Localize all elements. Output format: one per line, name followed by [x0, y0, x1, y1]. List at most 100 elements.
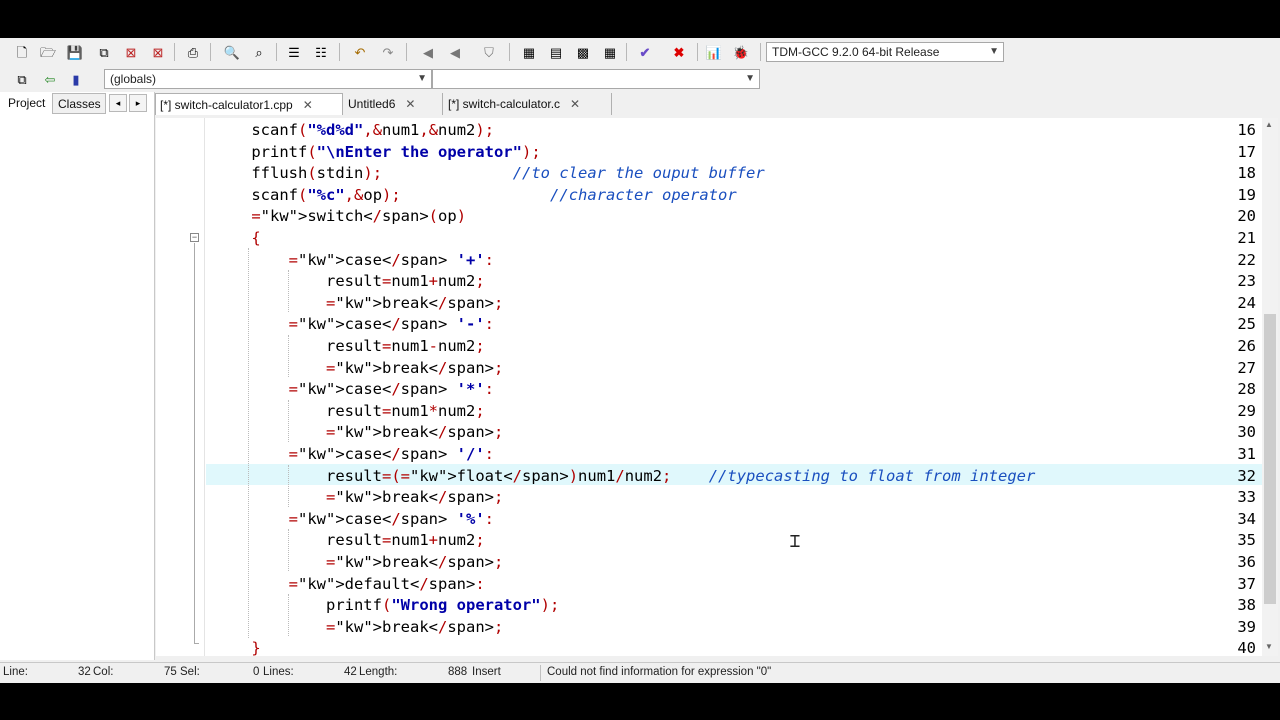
file-tab-active[interactable]: [*] switch-calculator1.cpp ✕ [155, 93, 343, 115]
compile-icon[interactable]: ▦ [519, 42, 539, 62]
file-tab-label: Untitled6 [348, 97, 396, 111]
scrollbar-thumb[interactable] [1264, 314, 1276, 604]
line-number: 28 [1237, 380, 1256, 399]
print-icon[interactable]: ⎙ [183, 42, 203, 62]
status-col-value: 75 [164, 666, 177, 678]
bookmark-toggle-icon[interactable]: ▮ [66, 69, 86, 89]
compiler-select[interactable]: TDM-GCC 9.2.0 64-bit Release ▼ [766, 42, 1004, 62]
line-number: 35 [1237, 531, 1256, 550]
line-number: 23 [1237, 272, 1256, 291]
vertical-scrollbar[interactable]: ▲ ▼ [1262, 118, 1278, 656]
code-line[interactable]: fflush(stdin); //to clear the ouput buff… [214, 162, 764, 184]
indent-icon[interactable]: ☰ [284, 42, 304, 62]
scroll-down-icon[interactable]: ▼ [1265, 642, 1273, 651]
code-line[interactable]: printf("\nEnter the operator"); [214, 141, 540, 163]
redo-icon[interactable]: ↷ [378, 42, 398, 62]
close-tab-icon[interactable]: ✕ [570, 97, 580, 111]
code-line[interactable]: ="kw">break</span>; [214, 551, 503, 573]
close-tab-icon[interactable]: ✕ [303, 98, 313, 112]
tab-scroll-left-icon[interactable]: ◂ [109, 94, 127, 112]
line-number: 27 [1237, 358, 1256, 377]
scroll-up-icon[interactable]: ▲ [1265, 120, 1273, 129]
close-tab-icon[interactable]: ✕ [405, 97, 415, 111]
code-line[interactable]: result=(="kw">float</span>)num1/num2; //… [214, 465, 1035, 487]
line-number: 34 [1237, 509, 1256, 528]
insert-icon[interactable]: ⧉ [12, 69, 32, 89]
line-number: 31 [1237, 445, 1256, 463]
undo-icon[interactable]: ↶ [350, 42, 370, 62]
save-icon[interactable]: 💾 [65, 42, 85, 62]
code-line[interactable]: scanf("%d%d",&num1,&num2); [214, 119, 494, 141]
rebuild-icon[interactable]: ▦ [600, 42, 620, 62]
code-editor[interactable]: − scanf("%d%d",&num1,&num2); printf("\nE… [156, 118, 1262, 656]
profile-icon[interactable]: 📊 [704, 42, 724, 62]
tab-project[interactable]: Project [8, 96, 45, 110]
bookmark-icon[interactable]: ⛉ [479, 42, 499, 62]
stop-icon[interactable]: ✖ [669, 42, 689, 62]
code-line[interactable]: ="kw">case</span> '+': [214, 249, 494, 271]
code-line[interactable]: ="kw">case</span> '%': [214, 508, 494, 530]
code-line[interactable]: ="kw">case</span> '*': [214, 378, 494, 400]
file-tab[interactable]: Untitled6 ✕ [344, 93, 443, 115]
status-lines-label: Lines: [263, 666, 294, 678]
line-number: 20 [1237, 207, 1256, 226]
save-all-icon[interactable]: ⧉ [94, 42, 114, 62]
tab-classes[interactable]: Classes [58, 97, 101, 111]
code-line[interactable]: ="kw">case</span> '-': [214, 313, 494, 335]
code-line[interactable]: ="kw">break</span>; [214, 421, 503, 443]
run-icon[interactable]: ▤ [546, 42, 566, 62]
line-number: 19 [1237, 185, 1256, 204]
code-line[interactable]: result=num1+num2; [214, 529, 485, 551]
class-toolbar: ⧉ ⇦ ▮ (globals) ▼ ▼ [0, 66, 762, 92]
code-line[interactable]: ="kw">break</span>; [214, 357, 503, 379]
line-number: 32 [1237, 466, 1256, 485]
status-length-label: Length: [359, 666, 398, 678]
line-number: 17 [1237, 142, 1256, 161]
bookmark-next-icon[interactable]: ◀ [445, 42, 465, 62]
code-line[interactable]: result=num1*num2; [214, 400, 485, 422]
project-panel [0, 92, 155, 660]
code-line[interactable]: { [214, 227, 260, 249]
new-file-icon[interactable]: 🗋 [12, 42, 32, 62]
member-select[interactable]: ▼ [432, 69, 760, 89]
compile-run-icon[interactable]: ▩ [573, 42, 593, 62]
scope-select-value: (globals) [110, 72, 157, 86]
code-line[interactable]: ="kw">default</span>: [214, 573, 485, 595]
status-lines-value: 42 [344, 666, 357, 678]
chevron-down-icon: ▼ [989, 46, 999, 57]
find-icon[interactable]: 🔍 [222, 42, 242, 62]
code-line[interactable]: ="kw">break</span>; [214, 292, 503, 314]
code-line[interactable]: ="kw">switch</span>(op) [214, 205, 466, 227]
close-all-icon[interactable]: ⊠ [148, 42, 168, 62]
tab-scroll-right-icon[interactable]: ▸ [129, 94, 147, 112]
replace-icon[interactable]: ⌕ [249, 42, 269, 62]
goto-icon[interactable]: ⇦ [40, 69, 60, 89]
code-line[interactable]: ="kw">break</span>; [214, 616, 503, 638]
file-tab-label: [*] switch-calculator.c [448, 97, 561, 111]
code-line[interactable]: scanf("%c",&op); //character operator [214, 184, 736, 206]
code-line[interactable]: ="kw">case</span> '/': [214, 443, 494, 465]
bookmark-prev-icon[interactable]: ◀ [418, 42, 438, 62]
unindent-icon[interactable]: ☷ [311, 42, 331, 62]
fold-toggle-icon[interactable]: − [190, 233, 199, 242]
code-line[interactable]: result=num1+num2; [214, 270, 485, 292]
line-number: 37 [1237, 574, 1256, 593]
file-tab[interactable]: [*] switch-calculator.c ✕ [444, 93, 612, 115]
open-file-icon[interactable]: 🗁 [38, 42, 58, 62]
code-line[interactable]: ="kw">break</span>; [214, 486, 503, 508]
line-number: 38 [1237, 596, 1256, 615]
code-line[interactable]: printf("Wrong operator"); [214, 594, 559, 616]
debug-icon[interactable]: 🐞 [731, 42, 751, 62]
close-file-icon[interactable]: ⊠ [121, 42, 141, 62]
code-line[interactable]: } [214, 637, 260, 656]
file-tab-label: [*] switch-calculator1.cpp [160, 98, 293, 112]
status-sel-value: 0 [253, 666, 260, 678]
status-mode: Insert [472, 666, 501, 678]
code-line[interactable]: result=num1-num2; [214, 335, 485, 357]
scope-select[interactable]: (globals) ▼ [104, 69, 432, 89]
line-number: 30 [1237, 423, 1256, 442]
line-number: 39 [1237, 617, 1256, 636]
chevron-down-icon: ▼ [745, 73, 755, 84]
syntax-check-icon[interactable]: ✔ [635, 42, 655, 62]
line-number: 36 [1237, 553, 1256, 571]
